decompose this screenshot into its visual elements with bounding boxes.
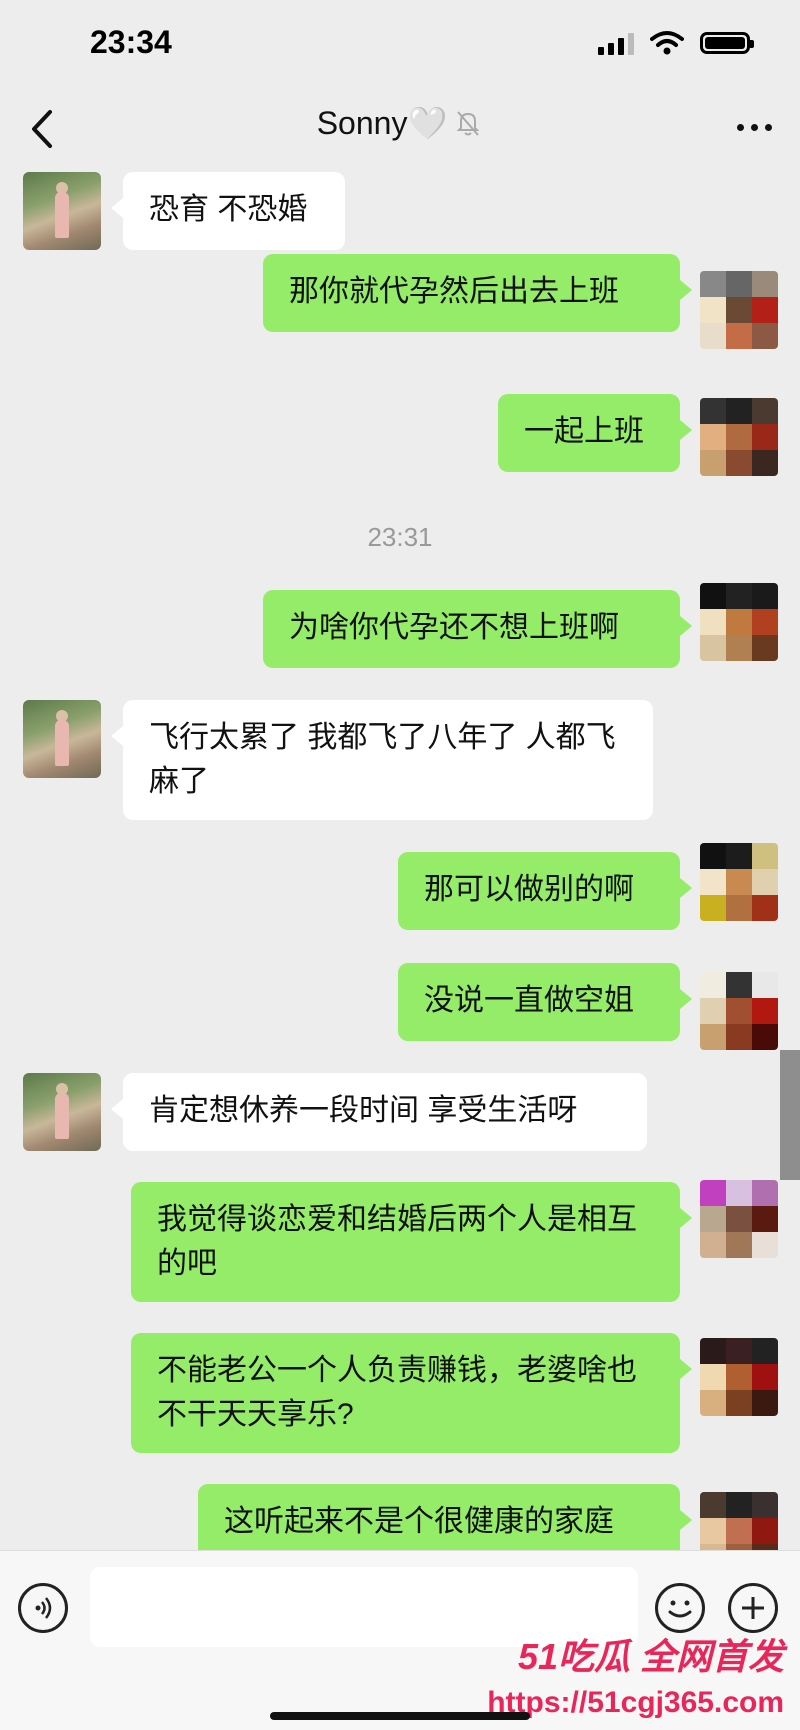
user-avatar[interactable] [700, 1180, 778, 1258]
chat-title-wrap: Sonny🤍 [0, 104, 800, 142]
nav-bar: Sonny🤍 [0, 90, 800, 170]
message-bubble-outgoing[interactable]: 那你就代孕然后出去上班 [263, 254, 692, 332]
scroll-indicator [780, 1050, 800, 1180]
user-avatar[interactable] [700, 1338, 778, 1416]
status-icons [598, 30, 754, 56]
message-bubble-outgoing[interactable]: 为啥你代孕还不想上班啊 [263, 590, 692, 668]
voice-input-button[interactable] [18, 1583, 68, 1633]
chat-area[interactable]: 恐育 不恐婚 那你就代孕然后出去上班 一起上班 23:31 为啥你代孕还不想上班… [0, 170, 800, 1550]
watermark-url: https://51cgj365.com [487, 1686, 784, 1719]
contact-avatar[interactable] [23, 1073, 101, 1151]
cellular-signal-icon [598, 31, 634, 55]
message-bubble-outgoing[interactable]: 那可以做别的啊 [398, 852, 692, 930]
smiley-icon [668, 1600, 692, 1618]
message-bubble-outgoing[interactable]: 没说一直做空姐 [398, 963, 692, 1041]
message-bubble-outgoing[interactable]: 一起上班 [498, 394, 692, 472]
message-bubble-outgoing[interactable]: 这听起来不是个很健康的家庭 [198, 1484, 692, 1550]
home-indicator[interactable] [270, 1712, 530, 1720]
message-bubble-outgoing[interactable]: 不能老公一个人负责赚钱，老婆啥也不干天天享乐? [131, 1333, 692, 1453]
more-options-icon[interactable] [737, 124, 772, 131]
user-avatar[interactable] [700, 271, 778, 349]
user-avatar[interactable] [700, 398, 778, 476]
plus-icon [742, 1597, 764, 1619]
status-time: 23:34 [90, 24, 172, 60]
battery-icon [700, 32, 754, 54]
chat-title[interactable]: Sonny🤍 [317, 104, 448, 142]
message-bubble-incoming[interactable]: 恐育 不恐婚 [111, 172, 345, 250]
contact-avatar[interactable] [23, 172, 101, 250]
watermark: 51吃瓜 全网首发 https://51cgj365.com [487, 1628, 784, 1720]
user-avatar[interactable] [700, 583, 778, 661]
user-avatar[interactable] [700, 1492, 778, 1550]
watermark-brand: 51吃瓜 全网首发 [517, 1636, 784, 1677]
user-avatar[interactable] [700, 972, 778, 1050]
message-bubble-outgoing[interactable]: 我觉得谈恋爱和结婚后两个人是相互的吧 [131, 1182, 692, 1302]
status-bar: 23:34 [0, 0, 800, 90]
contact-avatar[interactable] [23, 700, 101, 778]
timestamp: 23:31 [367, 522, 433, 552]
wifi-icon [650, 31, 684, 55]
mute-bell-icon [456, 111, 480, 136]
message-bubble-incoming[interactable]: 飞行太累了 我都飞了八年了 人都飞麻了 [111, 700, 653, 820]
voice-icon [35, 1597, 52, 1619]
user-avatar[interactable] [700, 843, 778, 921]
message-bubble-incoming[interactable]: 肯定想休养一段时间 享受生活呀 [111, 1073, 647, 1151]
emoji-button[interactable] [655, 1583, 705, 1633]
more-functions-button[interactable] [728, 1583, 778, 1633]
